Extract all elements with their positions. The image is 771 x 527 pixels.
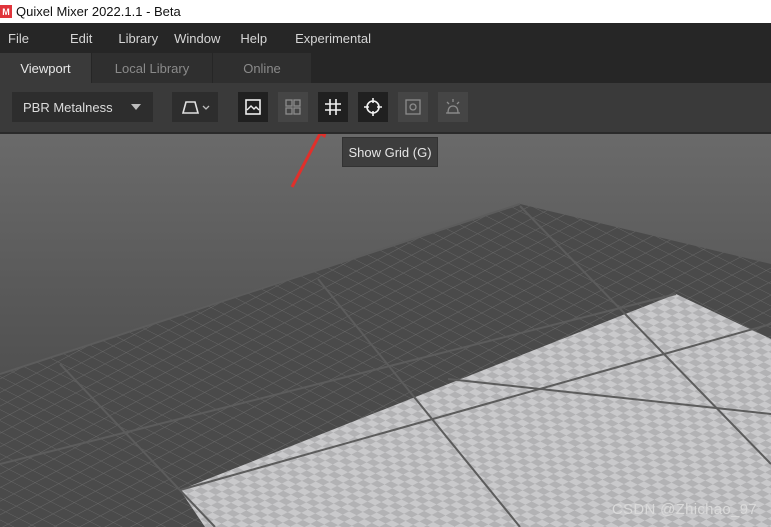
grid-icon <box>325 99 341 115</box>
menu-window[interactable]: Window <box>166 31 228 46</box>
show-grid-tooltip: Show Grid (G) <box>342 137 438 167</box>
tab-online[interactable]: Online <box>213 53 312 83</box>
tab-viewport[interactable]: Viewport <box>0 53 92 83</box>
frame-icon <box>405 99 421 115</box>
app-logo-icon: M <box>0 5 12 18</box>
projection-dropdown[interactable] <box>172 92 218 122</box>
tab-local-library[interactable]: Local Library <box>92 53 213 83</box>
perspective-icon <box>181 101 210 114</box>
menu-file[interactable]: File <box>0 31 37 46</box>
menu-edit[interactable]: Edit <box>62 31 100 46</box>
render-mode-dropdown[interactable]: PBR Metalness <box>12 92 153 122</box>
frame-button[interactable] <box>398 92 428 122</box>
viewport-scene <box>0 134 771 527</box>
grid-layout-icon <box>285 99 301 115</box>
menu-library[interactable]: Library <box>110 31 166 46</box>
chevron-down-icon <box>131 104 141 110</box>
crosshair-button[interactable] <box>358 92 388 122</box>
image-icon <box>245 99 261 115</box>
crosshair-icon <box>364 98 382 116</box>
viewport-toolbar: PBR Metalness <box>0 83 771 133</box>
menu-bar: File Edit Library Window Help Experiment… <box>0 23 771 53</box>
render-mode-label: PBR Metalness <box>23 99 113 115</box>
menu-experimental[interactable]: Experimental <box>287 31 379 46</box>
watermark-text: CSDN @Zhichao_97 <box>611 501 757 518</box>
light-icon <box>446 99 460 114</box>
menu-help[interactable]: Help <box>232 31 275 46</box>
lighting-button[interactable] <box>438 92 468 122</box>
layout-button[interactable] <box>278 92 308 122</box>
image-button[interactable] <box>238 92 268 122</box>
tab-bar: Viewport Local Library Online <box>0 53 771 83</box>
window-title: Quixel Mixer 2022.1.1 - Beta <box>16 4 181 19</box>
3d-viewport[interactable]: CSDN @Zhichao_97 <box>0 134 771 527</box>
title-bar: M Quixel Mixer 2022.1.1 - Beta <box>0 0 771 23</box>
show-grid-button[interactable] <box>318 92 348 122</box>
